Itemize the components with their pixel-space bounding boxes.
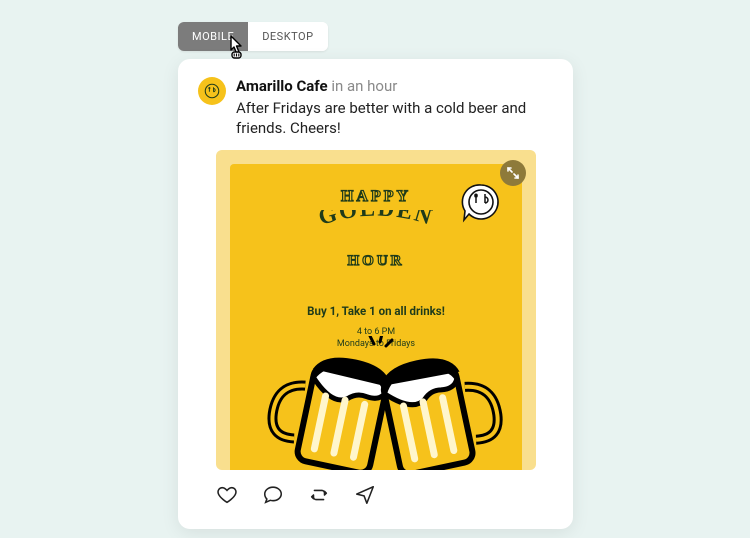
post-preview-card: Amarillo Cafe in an hour After Fridays a… [178,59,573,529]
post-body-text: After Fridays are better with a cold bee… [236,98,553,139]
media-headline: HAPPY GOLDEN HOUR [230,188,522,270]
avatar [198,77,226,105]
expand-button[interactable] [500,160,526,186]
comment-icon [262,484,284,506]
post-time: in an hour [331,77,397,95]
like-button[interactable] [216,484,238,506]
repost-button[interactable] [308,484,330,506]
media-line1: HAPPY [230,188,522,206]
tab-desktop[interactable]: DESKTOP [248,22,327,51]
post-header: Amarillo Cafe in an hour After Fridays a… [198,77,553,138]
beer-mugs-illustration [230,336,522,470]
heart-icon [216,484,238,506]
post-title-line: Amarillo Cafe in an hour [236,77,553,97]
comment-button[interactable] [262,484,284,506]
share-icon [354,484,376,506]
tab-mobile[interactable]: MOBILE [178,22,248,51]
repost-icon [308,484,330,506]
media-line3: HOUR [230,253,522,270]
expand-icon [507,167,519,179]
post-actions [216,484,553,506]
share-button[interactable] [354,484,376,506]
svg-text:GOLDEN: GOLDEN [315,210,436,230]
media-promo: Buy 1, Take 1 on all drinks! [230,304,522,318]
media-line2: GOLDEN [230,210,522,251]
post-author: Amarillo Cafe [236,77,328,95]
post-media: HAPPY GOLDEN HOUR Buy 1, Take 1 [216,150,536,470]
viewport-tab-switcher: MOBILE DESKTOP [178,22,328,51]
